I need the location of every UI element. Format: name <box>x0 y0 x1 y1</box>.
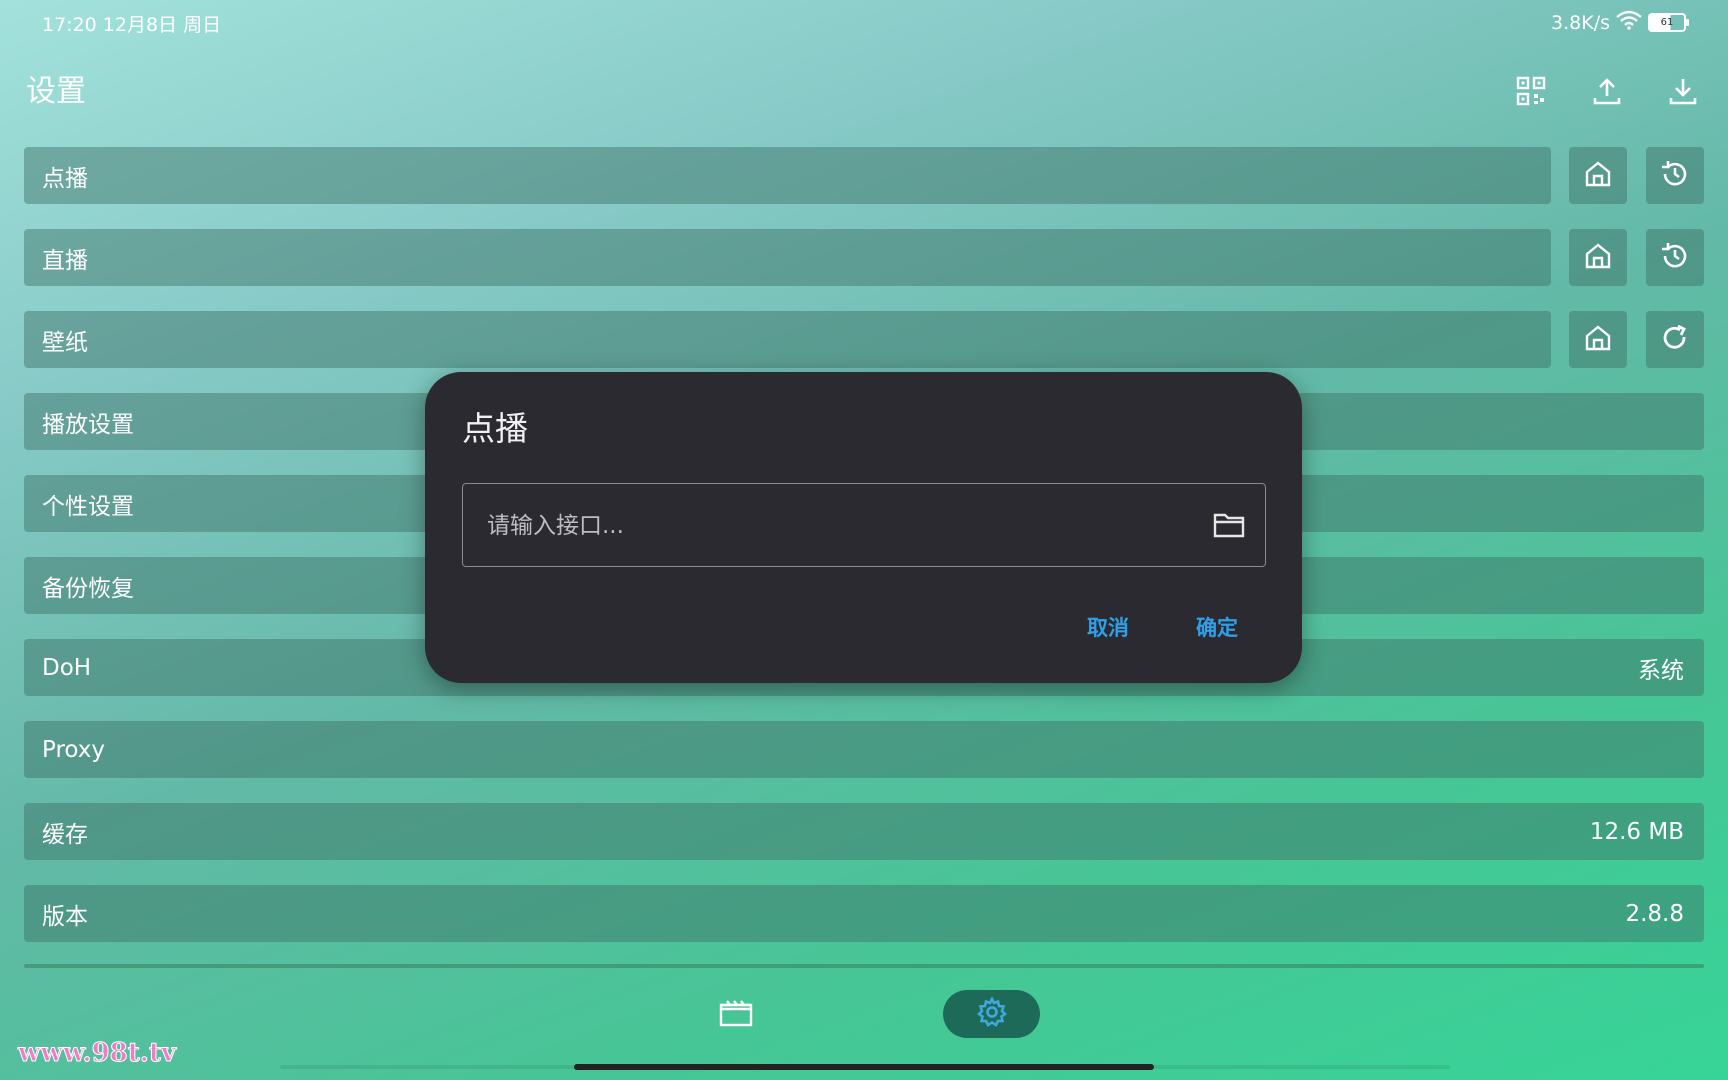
confirm-button[interactable]: 确定 <box>1196 612 1238 642</box>
api-input-field <box>462 483 1266 568</box>
api-input[interactable] <box>485 484 1189 568</box>
folder-icon[interactable] <box>1213 511 1245 539</box>
cancel-button[interactable]: 取消 <box>1087 612 1129 642</box>
dialog-title: 点播 <box>462 409 528 448</box>
vod-dialog: 点播 取消 确定 <box>425 372 1302 683</box>
